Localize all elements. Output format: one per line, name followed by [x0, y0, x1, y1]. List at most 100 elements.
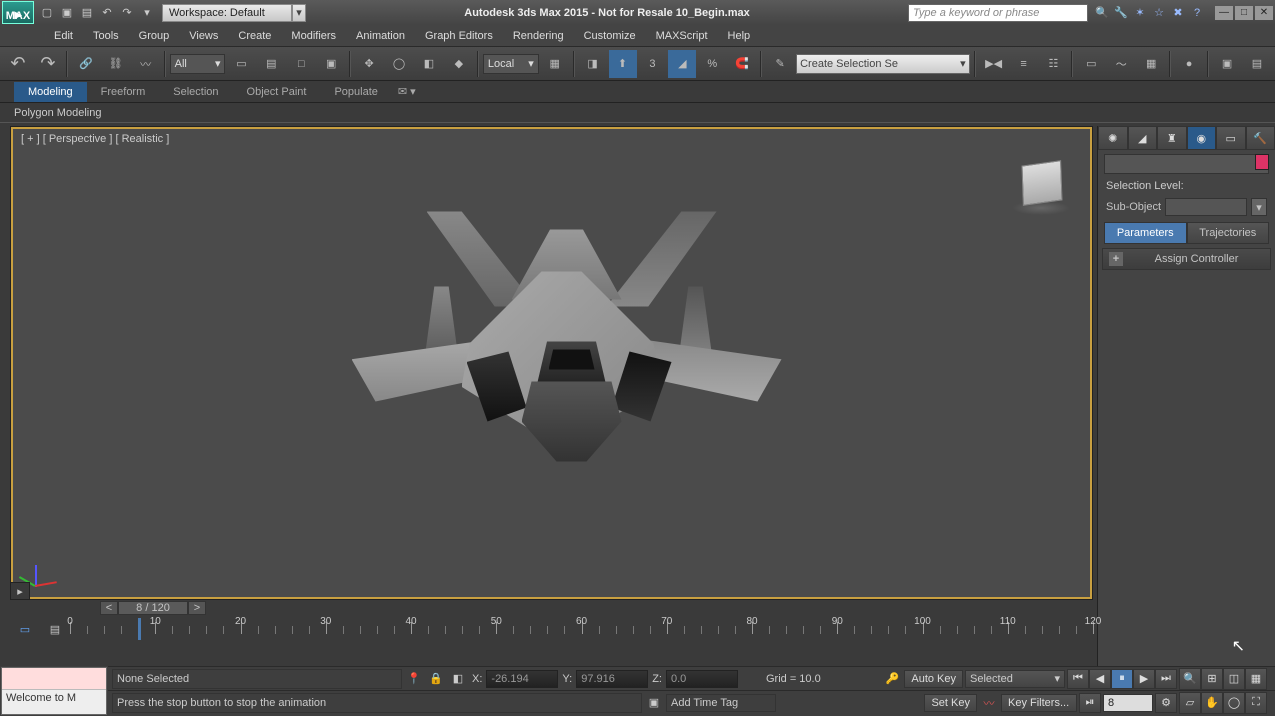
menu-maxscript[interactable]: MAXScript: [646, 27, 718, 45]
next-frame-button[interactable]: ▶: [1133, 669, 1155, 689]
rollout-expand-icon[interactable]: +: [1109, 252, 1123, 266]
material-editor-button[interactable]: ●: [1175, 50, 1203, 78]
cmd-tab-utilities[interactable]: 🔨: [1246, 126, 1275, 150]
ribbon-tab-modeling[interactable]: Modeling: [14, 82, 87, 102]
menu-tools[interactable]: Tools: [83, 27, 129, 45]
object-color-swatch[interactable]: [1255, 154, 1269, 170]
curve-editor-button[interactable]: 〜: [1107, 50, 1135, 78]
time-config-button[interactable]: ⚙: [1155, 693, 1177, 713]
parameters-button[interactable]: Parameters: [1104, 222, 1187, 244]
key-mode-combo[interactable]: Selected▾: [965, 670, 1065, 688]
prev-frame-button[interactable]: ◀: [1089, 669, 1111, 689]
undo-icon[interactable]: ↶: [98, 4, 116, 22]
percent-snap-button[interactable]: %: [698, 50, 726, 78]
auto-key-button[interactable]: Auto Key: [904, 670, 963, 688]
layers-button[interactable]: ☷: [1039, 50, 1067, 78]
signin-icon[interactable]: 🔧: [1113, 5, 1129, 21]
bind-spacewarp-button[interactable]: 〰: [132, 50, 160, 78]
add-time-tag-button[interactable]: Add Time Tag: [666, 694, 776, 712]
trajectories-button[interactable]: Trajectories: [1187, 222, 1270, 244]
spinner-snap-button[interactable]: 🧲: [728, 50, 756, 78]
time-tag-icon[interactable]: ▣: [644, 694, 664, 712]
redo-button[interactable]: ↷: [34, 50, 62, 78]
help-icon[interactable]: ?: [1189, 5, 1205, 21]
time-slider[interactable]: 8 / 120: [118, 601, 188, 615]
sub-object-combo[interactable]: [1165, 198, 1247, 216]
ribbon-panel[interactable]: Polygon Modeling: [0, 103, 1275, 123]
goto-start-button[interactable]: ⏮: [1067, 669, 1089, 689]
menu-help[interactable]: Help: [718, 27, 761, 45]
named-selection-combo[interactable]: Create Selection Se▾: [796, 54, 970, 74]
track-bar-icon[interactable]: ▤: [40, 619, 70, 639]
ribbon-tab-freeform[interactable]: Freeform: [87, 82, 160, 102]
track-view-mini-icon[interactable]: ▭: [10, 619, 40, 639]
play-button[interactable]: ⏸: [1111, 669, 1133, 689]
select-object-button[interactable]: ▭: [227, 50, 255, 78]
zoom-extents-all-button[interactable]: ▦: [1245, 668, 1267, 690]
x-coord-field[interactable]: -26.194: [486, 670, 558, 688]
menu-animation[interactable]: Animation: [346, 27, 415, 45]
rollout-assign-controller[interactable]: + Assign Controller: [1102, 248, 1271, 270]
save-icon[interactable]: ▤: [78, 4, 96, 22]
app-menu-button[interactable]: MAX: [2, 1, 34, 24]
exchange-icon[interactable]: ✶: [1132, 5, 1148, 21]
fov-button[interactable]: ▱: [1179, 692, 1201, 714]
scale-button[interactable]: ◧: [415, 50, 443, 78]
goto-end-button[interactable]: ⏭: [1155, 669, 1177, 689]
scene-object-spaceship[interactable]: [312, 182, 792, 512]
pan-button[interactable]: ✋: [1201, 692, 1223, 714]
menu-create[interactable]: Create: [228, 27, 281, 45]
workspace-dropdown-icon[interactable]: ▾: [292, 4, 306, 22]
viewport-expand-button[interactable]: ▸: [10, 582, 30, 600]
align-button[interactable]: ≡: [1010, 50, 1038, 78]
menu-edit[interactable]: Edit: [44, 27, 83, 45]
timeline-ruler[interactable]: 0102030405060708090100110120: [70, 618, 1093, 640]
menu-customize[interactable]: Customize: [574, 27, 646, 45]
orbit-button[interactable]: ◯: [1223, 692, 1245, 714]
menu-views[interactable]: Views: [179, 27, 228, 45]
undo-button[interactable]: ↶: [4, 50, 32, 78]
ribbon-tab-selection[interactable]: Selection: [159, 82, 232, 102]
move-button[interactable]: ✥: [355, 50, 383, 78]
keyboard-shortcut-override-button[interactable]: ⬆: [609, 50, 637, 78]
time-prev-button[interactable]: <: [100, 601, 118, 615]
render-frame-button[interactable]: ▤: [1243, 50, 1271, 78]
ribbon-tab-objectpaint[interactable]: Object Paint: [233, 82, 321, 102]
selection-filter-combo[interactable]: All▾: [170, 54, 226, 74]
z-coord-field[interactable]: 0.0: [666, 670, 738, 688]
viewcube[interactable]: [1012, 159, 1072, 219]
key-icon[interactable]: 🔑: [882, 670, 902, 688]
angle-snap-button[interactable]: ◢: [668, 50, 696, 78]
cmd-tab-create[interactable]: ✺: [1098, 126, 1128, 150]
select-region-button[interactable]: □: [287, 50, 315, 78]
favorite-icon[interactable]: ☆: [1151, 5, 1167, 21]
object-name-field[interactable]: [1104, 154, 1269, 174]
selection-lock-icon[interactable]: 🔒: [426, 670, 446, 688]
select-by-name-button[interactable]: ▤: [257, 50, 285, 78]
sub-object-dropdown-icon[interactable]: ▾: [1251, 198, 1267, 216]
manipulate-button[interactable]: ◨: [579, 50, 607, 78]
workspace-selector[interactable]: Workspace: Default: [162, 4, 292, 22]
cmd-tab-display[interactable]: ▭: [1216, 126, 1246, 150]
viewport-label[interactable]: [ + ] [ Perspective ] [ Realistic ]: [21, 133, 169, 145]
render-setup-button[interactable]: ▣: [1213, 50, 1241, 78]
maxscript-mini-listener[interactable]: Welcome to M: [1, 667, 107, 715]
placement-button[interactable]: ◆: [445, 50, 473, 78]
time-next-button[interactable]: >: [188, 601, 206, 615]
link-button[interactable]: 🔗: [72, 50, 100, 78]
menu-rendering[interactable]: Rendering: [503, 27, 574, 45]
ref-coord-combo[interactable]: Local▾: [483, 54, 539, 74]
rotate-button[interactable]: ◯: [385, 50, 413, 78]
set-key-button[interactable]: Set Key: [924, 694, 977, 712]
lock-icon[interactable]: 📍: [404, 670, 424, 688]
minimize-button[interactable]: —: [1215, 6, 1233, 20]
window-crossing-button[interactable]: ▣: [317, 50, 345, 78]
max-toggle-button[interactable]: ⛶: [1245, 692, 1267, 714]
menu-graph-editors[interactable]: Graph Editors: [415, 27, 503, 45]
current-frame-field[interactable]: 8: [1103, 694, 1153, 712]
open-icon[interactable]: ▣: [58, 4, 76, 22]
maximize-button[interactable]: □: [1235, 6, 1253, 20]
edit-named-selection-button[interactable]: ✎: [766, 50, 794, 78]
y-coord-field[interactable]: 97.916: [576, 670, 648, 688]
zoom-extents-button[interactable]: ◫: [1223, 668, 1245, 690]
